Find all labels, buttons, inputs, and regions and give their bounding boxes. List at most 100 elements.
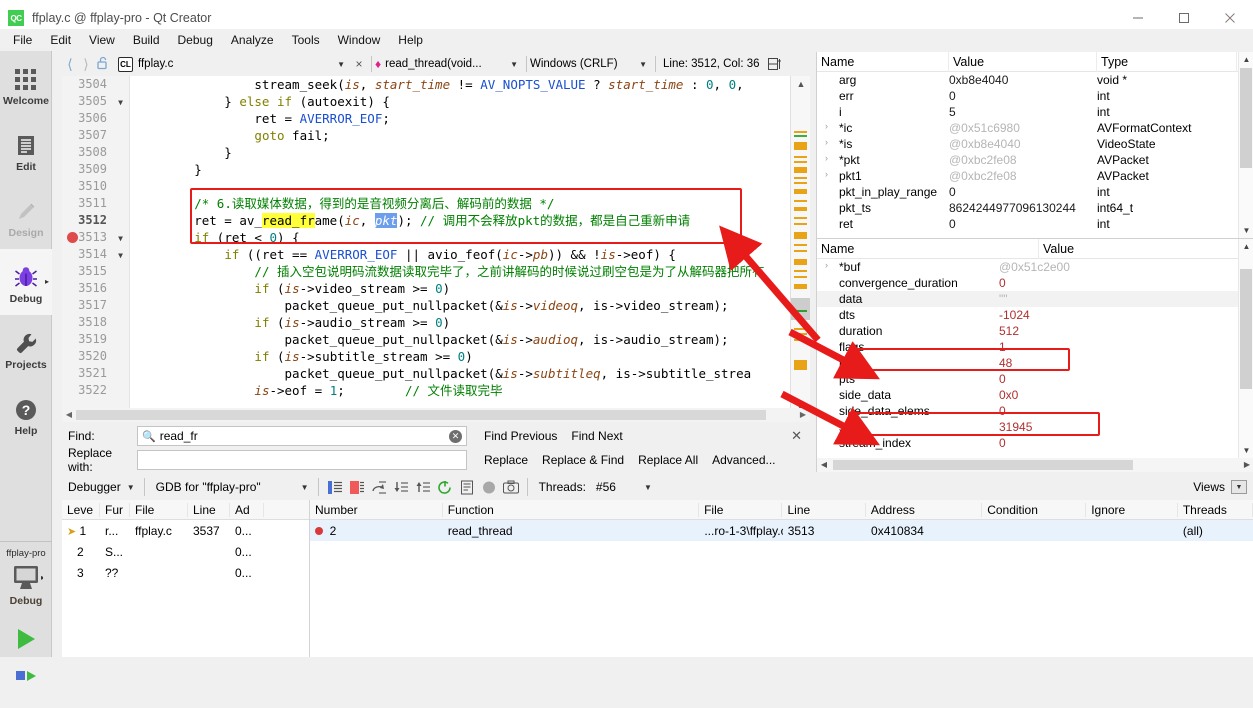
gutter-line[interactable]: 3520 [62,348,129,365]
scroll-left-icon[interactable]: ◀ [817,458,831,472]
sidebar-item-design[interactable]: Design [0,183,52,249]
split-editor-icon[interactable] [764,54,786,74]
breakpoint-column-header[interactable]: Address [866,502,983,517]
locals-row[interactable]: › pkt1 @0xbc2fe08 AVPacket [817,168,1253,184]
code-line[interactable]: } [130,161,790,178]
menu-help[interactable]: Help [389,30,432,50]
gutter-line[interactable]: 3518 [62,314,129,331]
gutter-line[interactable]: 3519 [62,331,129,348]
locals-row[interactable]: arg 0xb8e4040 void * [817,72,1253,88]
unlocked-padlock-icon[interactable] [97,56,109,73]
gutter-line[interactable]: 3507 [62,127,129,144]
breakpoint-marker-icon[interactable] [67,232,78,243]
code-editor[interactable]: 3504 3505 ▼ 3506 3507 3508 3509 3510 3511 3512 351… [62,76,810,416]
stack-column-header[interactable]: Leve [62,502,100,517]
stack-column-header[interactable]: File [130,502,188,517]
stack-column-header[interactable]: Fur [100,502,130,517]
views-button[interactable]: Views ▼ [1193,480,1253,494]
replace-and-find-button[interactable]: Replace & Find [535,453,631,467]
watch-scrollbar[interactable]: ▲ ▼ [1238,239,1253,472]
code-line[interactable] [130,178,790,195]
scroll-up-icon[interactable]: ▲ [1239,239,1253,254]
close-document-button[interactable]: × [350,57,368,71]
fold-toggle-icon[interactable]: ▼ [118,247,123,264]
threads-combo[interactable]: #56 ▼ [590,480,656,494]
breakpoint-column-header[interactable]: Number [310,502,443,517]
code-line[interactable]: ret = AVERROR_EOF; [130,110,790,127]
watch-horizontal-scrollbar[interactable]: ◀ ▶ [817,458,1253,472]
watch-row[interactable]: side_data 0x0 [817,387,1253,403]
locals-view[interactable]: Name Value Type arg 0xb8e4040 void * err 0 in… [816,51,1253,238]
line-ending-combo[interactable]: Windows (CRLF) ▼ [530,58,652,70]
gutter-line[interactable]: 3514 ▼ [62,246,129,263]
code-line[interactable]: if (is->audio_stream >= 0) [130,314,790,331]
clear-circle-icon[interactable]: ✕ [449,429,462,443]
forward-arrow-icon[interactable]: ⟩ [78,56,94,73]
locals-row[interactable]: › *is @0xb8e4040 VideoState [817,136,1253,152]
locals-scroll-thumb[interactable] [1240,68,1252,168]
menu-debug[interactable]: Debug [169,30,222,50]
sidebar-item-welcome[interactable]: Welcome [0,51,52,117]
interrupt-icon[interactable] [478,477,500,497]
menu-build[interactable]: Build [124,30,169,50]
snapshot-icon[interactable] [500,477,522,497]
kit-selector[interactable]: ffplay-pro ▸ Debug [0,541,52,708]
stack-frame-row[interactable]: 2 S... 0... [62,541,309,562]
editor-horizontal-scrollbar[interactable]: ◀ ▶ [62,408,810,422]
scroll-right-icon[interactable]: ▶ [1240,458,1253,472]
locals-row[interactable]: i 5 int [817,104,1253,120]
sidebar-item-edit[interactable]: Edit [0,117,52,183]
gutter-line[interactable]: 3512 [62,212,129,229]
code-line[interactable]: ret = av_read_frame(ic, pkt); // 调用不会释放p… [130,212,790,229]
stack-frame-row[interactable]: ➤ 1 r... ffplay.c 3537 0... [62,520,309,541]
continue-icon[interactable] [324,477,346,497]
breakpoint-column-header[interactable]: Condition [982,502,1087,517]
breakpoint-column-header[interactable]: Threads [1178,502,1253,517]
menu-window[interactable]: Window [329,30,390,50]
gutter-line[interactable]: 3505 ▼ [62,93,129,110]
watch-row[interactable]: size 31945 [817,419,1253,435]
locals-row[interactable]: ret 0 int [817,216,1253,232]
gutter-line[interactable]: 3521 [62,365,129,382]
gutter-line[interactable]: 3516 [62,280,129,297]
stop-icon[interactable] [346,477,368,497]
code-line[interactable]: // 插入空包说明码流数据读取完毕了，之前讲解码的时候说过刷空包是为了从解码器把… [130,263,790,280]
locals-row[interactable]: › *ic @0x51c6980 AVFormatContext [817,120,1253,136]
step-into-icon[interactable] [390,477,412,497]
stack-frame-row[interactable]: 3?? 0... [62,562,309,583]
stack-column-header[interactable]: Line [188,502,230,517]
watch-row[interactable]: pts 0 [817,371,1253,387]
code-line[interactable]: if ((ret == AVERROR_EOF || avio_feof(ic-… [130,246,790,263]
menu-file[interactable]: File [4,30,41,50]
gutter-line[interactable]: 3511 [62,195,129,212]
gutter-line[interactable]: 3508 [62,144,129,161]
stack-column-header[interactable]: Ad [230,502,264,517]
find-next-button[interactable]: Find Next [564,429,629,443]
stack-view[interactable]: Leve Fur File Line Ad ➤ 1 r... ffplay.c 3537 0..… [62,500,310,657]
menu-analyze[interactable]: Analyze [222,30,283,50]
code-line[interactable]: if (ret < 0) { [130,229,790,246]
run-button[interactable] [0,625,52,653]
watch-row[interactable]: data "" [817,291,1253,307]
close-find-bar-icon[interactable]: ✕ [791,428,810,444]
code-line[interactable]: /* 6.读取媒体数据，得到的是音视频分离后、解码前的数据 */ [130,195,790,212]
start-debugging-button[interactable] [0,667,52,687]
fold-toggle-icon[interactable]: ▼ [118,230,123,247]
breakpoint-column-header[interactable]: Line [782,502,866,517]
find-previous-button[interactable]: Find Previous [477,429,564,443]
advanced-button[interactable]: Advanced... [705,453,782,467]
gutter-line[interactable]: 3506 [62,110,129,127]
code-line[interactable]: packet_queue_put_nullpacket(&is->subtitl… [130,365,790,382]
gutter-line[interactable]: 3517 [62,297,129,314]
editor-vertical-scrollbar[interactable]: ▲ ▼ [790,76,810,416]
menu-view[interactable]: View [80,30,124,50]
gutter-line[interactable]: 3510 [62,178,129,195]
code-line[interactable]: } [130,144,790,161]
symbol-combo[interactable]: ♦ read_thread(void... ▼ [375,57,523,71]
watch-row[interactable]: side_data_elems 0 [817,403,1253,419]
gutter-line[interactable]: 3515 [62,263,129,280]
run-to-line-icon[interactable] [456,477,478,497]
breakpoint-column-header[interactable]: File [699,502,783,517]
code-line[interactable]: packet_queue_put_nullpacket(&is->videoq,… [130,297,790,314]
replace-input[interactable] [137,450,467,470]
